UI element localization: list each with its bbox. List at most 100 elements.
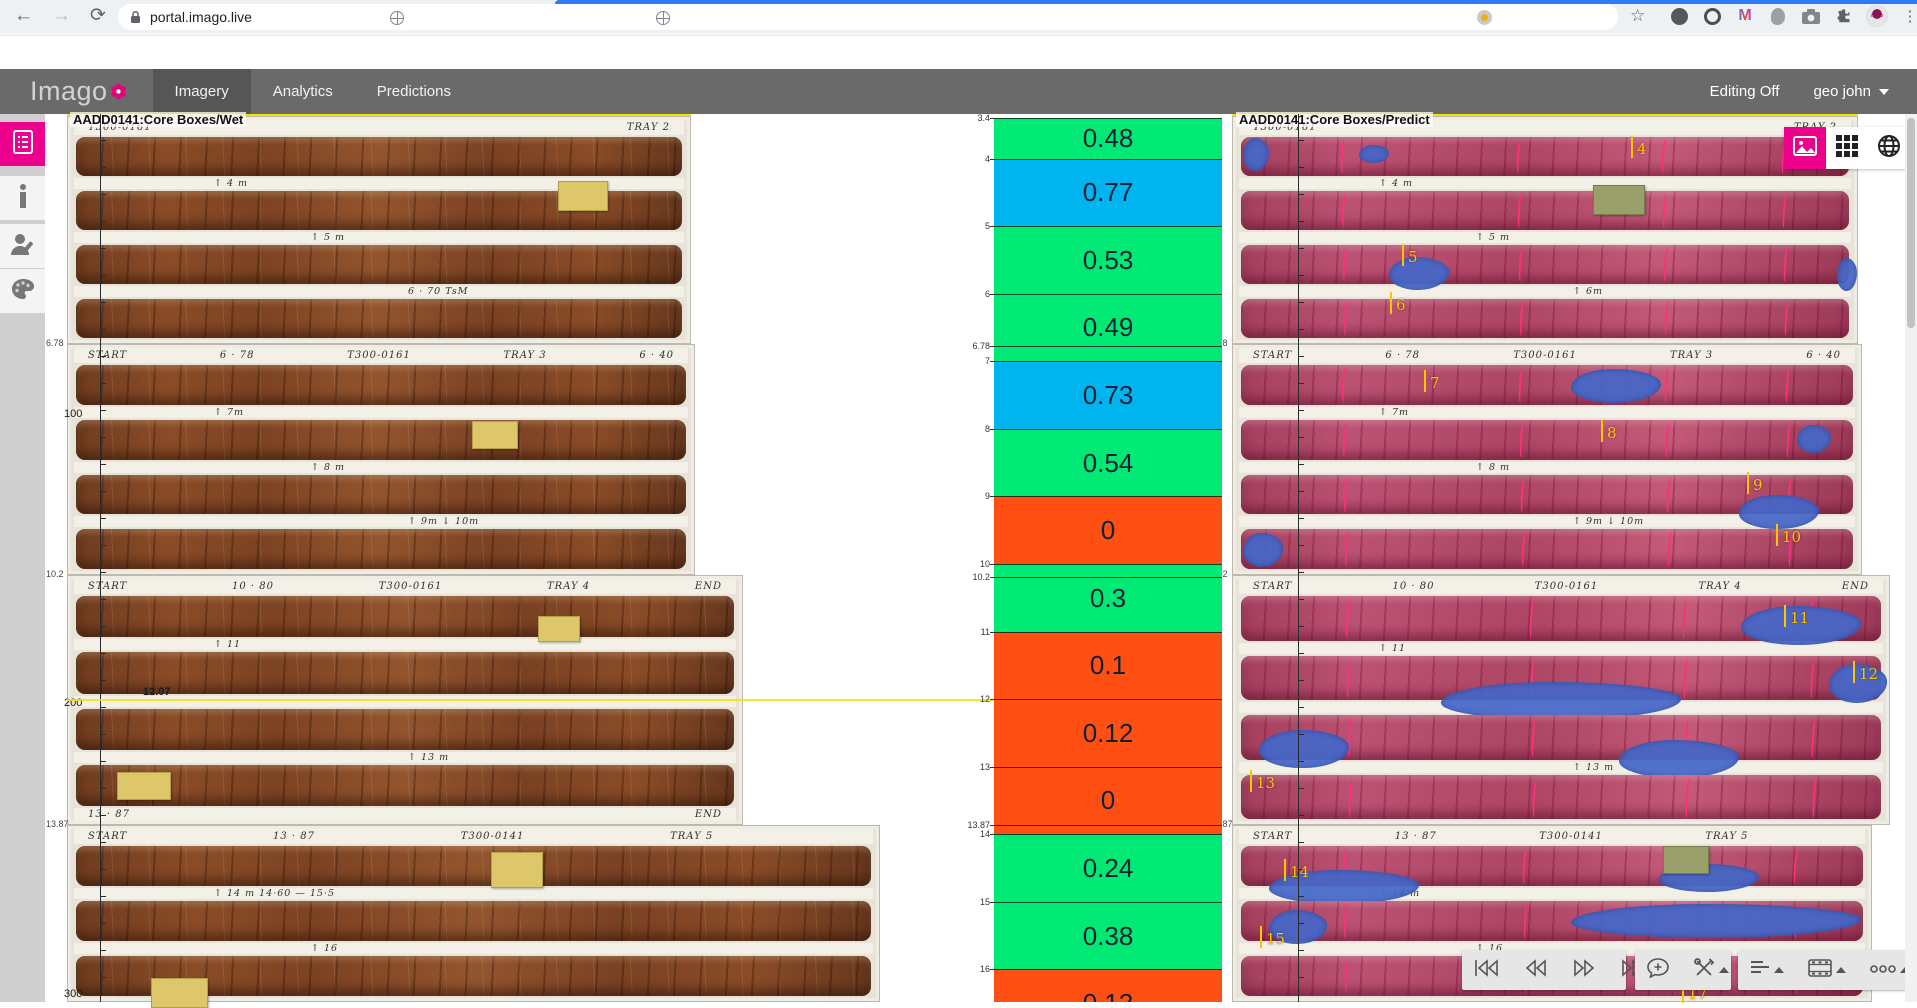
sidebar-item-user-edit[interactable]: [0, 224, 45, 268]
core-row[interactable]: [1241, 775, 1881, 820]
core-row[interactable]: [76, 475, 686, 515]
tray-header-label: 6 · 78: [220, 350, 255, 361]
tools-button[interactable]: [1681, 950, 1741, 990]
tray-header-label: START: [1253, 350, 1292, 361]
grade-cell[interactable]: 0.12: [994, 699, 1222, 767]
app-window: ← → ⟳ portal.imago.live ☆ M mago ⋮ ★Book…: [0, 0, 1917, 1002]
core-row[interactable]: [1241, 245, 1849, 284]
core-row[interactable]: [1241, 420, 1853, 460]
depth-note: ↑ 4 m: [214, 178, 248, 189]
grade-cell[interactable]: 0.48: [994, 118, 1222, 159]
image-view-button[interactable]: [1784, 127, 1826, 169]
grade-cell[interactable]: 0.1: [994, 632, 1222, 700]
kebab-menu-icon[interactable]: ⋮: [1899, 5, 1917, 27]
core-row[interactable]: [76, 420, 686, 460]
core-row[interactable]: [1241, 191, 1849, 230]
core-row[interactable]: [76, 596, 734, 637]
address-bar[interactable]: portal.imago.live: [118, 4, 1618, 30]
core-row[interactable]: [76, 652, 734, 693]
tray-divider: ↑ 5 m: [1239, 232, 1851, 243]
core-row[interactable]: [76, 709, 734, 750]
core-row[interactable]: [76, 299, 682, 338]
grade-cell[interactable]: 0.77: [994, 159, 1222, 227]
bookmark-star-icon[interactable]: ☆: [1630, 1, 1645, 31]
tray-header: START6 · 78T300-0161TRAY 36 · 40: [74, 348, 688, 363]
filmstrip-button[interactable]: [1796, 950, 1858, 990]
grade-cell[interactable]: 0.54: [994, 429, 1222, 497]
core-row[interactable]: [1241, 529, 1853, 569]
rewind-button[interactable]: [1512, 950, 1560, 990]
grade-cell[interactable]: 0: [994, 767, 1222, 835]
core-run-marker: 4: [1637, 140, 1647, 158]
grade-track: 0.480.770.530.490.730.5400.30.10.1200.24…: [994, 114, 1222, 1002]
grade-cell[interactable]: 0.73: [994, 361, 1222, 429]
add-comment-button[interactable]: [1635, 950, 1681, 990]
skip-start-button[interactable]: [1462, 950, 1512, 990]
core-block-label: [151, 978, 208, 1008]
extension-icon[interactable]: [1668, 5, 1690, 27]
imago-logo[interactable]: Imago: [30, 76, 127, 107]
tab-analytics[interactable]: Analytics: [251, 69, 355, 114]
camera-extension-icon[interactable]: [1800, 5, 1822, 27]
grade-cell[interactable]: 0.13: [994, 969, 1222, 1002]
balloon-extension-icon[interactable]: [1767, 5, 1789, 27]
grid-view-button[interactable]: [1826, 127, 1868, 169]
puzzle-extensions-icon[interactable]: [1833, 5, 1855, 27]
back-icon[interactable]: ←: [14, 1, 33, 31]
grade-cell[interactable]: 0.24: [994, 834, 1222, 902]
grade-cell[interactable]: 0.53: [994, 226, 1222, 294]
tray-divider: ↑ 11: [74, 639, 736, 650]
extension-lock-icon[interactable]: [1701, 5, 1723, 27]
core-row[interactable]: [76, 137, 682, 176]
more-circles-icon: [1870, 961, 1896, 979]
core-texture: [76, 137, 682, 176]
core-row[interactable]: [76, 529, 686, 569]
sidebar-item-imagery-list[interactable]: [0, 122, 45, 166]
core-row[interactable]: [76, 765, 734, 806]
globe-view-icon: [1877, 134, 1901, 163]
tray-divider: ↑ 13 m: [1239, 762, 1883, 773]
tray-header-label: 10 · 80: [1392, 581, 1434, 592]
core-row[interactable]: [1241, 846, 1863, 886]
core-texture: [76, 299, 682, 338]
core-row[interactable]: [76, 365, 686, 405]
tab-predictions[interactable]: Predictions: [355, 69, 473, 114]
core-row[interactable]: [1241, 901, 1863, 941]
scrollbar-thumb[interactable]: [1907, 118, 1915, 328]
core-row[interactable]: [76, 245, 682, 284]
map-view-button[interactable]: [1868, 127, 1910, 169]
user-menu[interactable]: geo john: [1813, 83, 1889, 100]
fast-forward-button[interactable]: [1560, 950, 1608, 990]
depth-note: 6 · 70 TsM: [408, 286, 468, 297]
grade-depth-tick: 4: [952, 154, 990, 164]
reload-icon[interactable]: ⟳: [90, 1, 106, 31]
core-row[interactable]: [1241, 365, 1853, 405]
core-row[interactable]: [1241, 299, 1849, 338]
core-row[interactable]: [76, 846, 871, 886]
legend-button[interactable]: [1738, 950, 1796, 990]
core-row[interactable]: [76, 901, 871, 941]
globe-icon: [656, 11, 670, 25]
grade-cell[interactable]: 0.3: [994, 564, 1222, 632]
tray-divider: ↑ 7m: [1239, 407, 1855, 418]
sidebar-item-info[interactable]: [0, 176, 45, 220]
depth-note: ↑ 16: [311, 943, 338, 954]
core-row[interactable]: [1241, 715, 1881, 760]
sidebar-item-palette[interactable]: [0, 269, 45, 313]
tray-divider: ↑ 9m ↓ 10m: [74, 516, 688, 527]
current-depth-label: 12.07: [143, 686, 171, 698]
grade-cell[interactable]: 0: [994, 496, 1222, 564]
forward-icon[interactable]: →: [52, 1, 71, 31]
tray-header-label: T300-0161: [347, 350, 411, 361]
core-row[interactable]: [1241, 137, 1849, 176]
tray-header-label: TRAY 5: [1705, 831, 1748, 842]
profile-avatar[interactable]: mago: [1866, 5, 1888, 27]
core-texture: [76, 529, 686, 569]
grade-cell[interactable]: 0.49: [994, 294, 1222, 362]
core-row[interactable]: [1241, 656, 1881, 701]
editing-status[interactable]: Editing Off: [1710, 83, 1780, 100]
messages-extension-icon[interactable]: M: [1734, 5, 1756, 27]
core-texture: [1241, 137, 1849, 176]
tab-imagery[interactable]: Imagery: [153, 69, 251, 114]
grade-cell[interactable]: 0.38: [994, 902, 1222, 970]
